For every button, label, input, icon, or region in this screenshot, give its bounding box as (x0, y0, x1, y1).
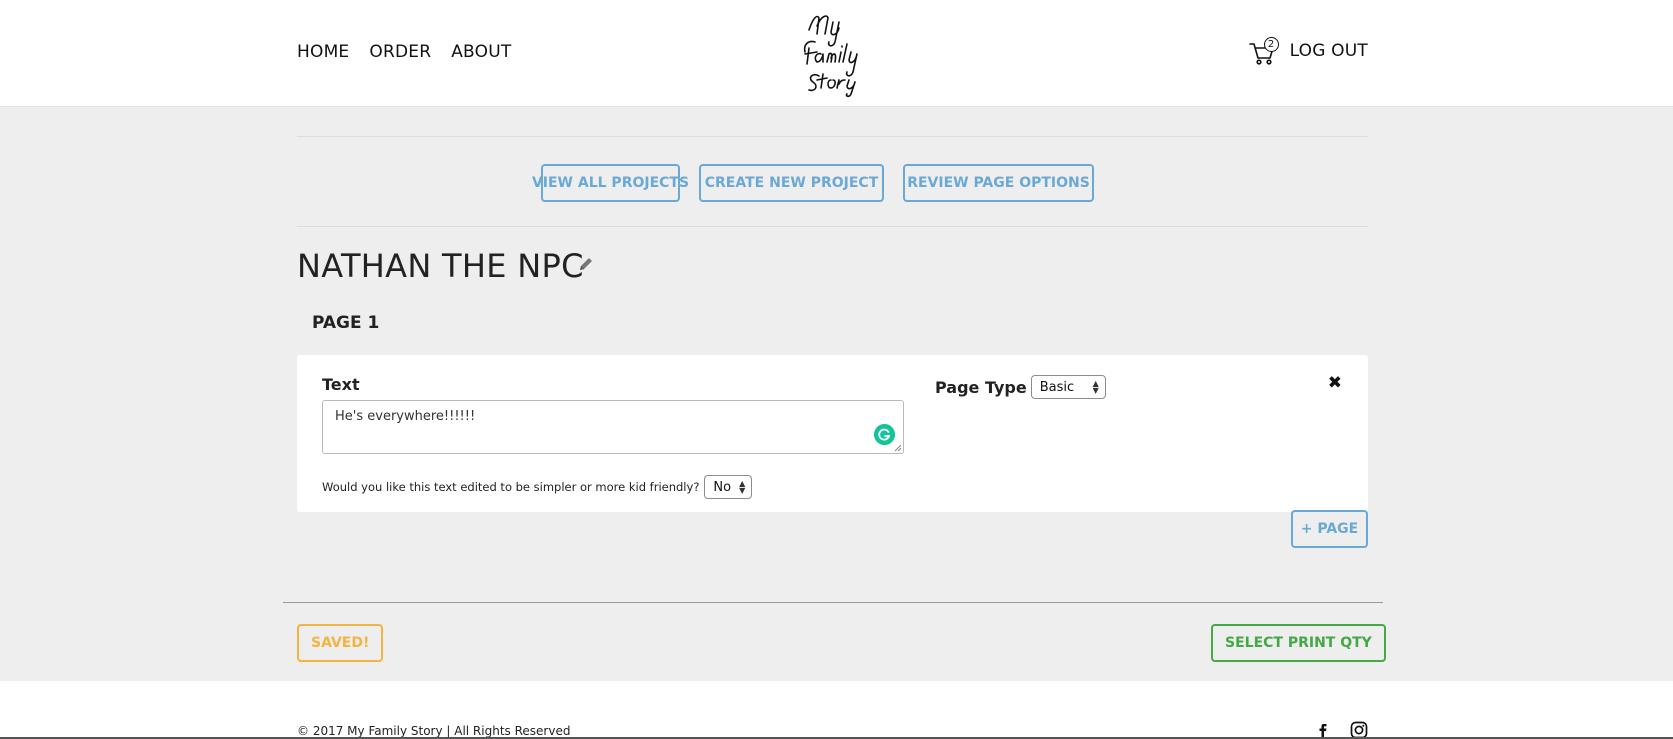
page-type-group: Page Type Basic ▲ ▼ (935, 375, 1106, 399)
close-icon[interactable]: ✖ (1328, 373, 1342, 393)
kid-friendly-select[interactable]: No ▲ ▼ (704, 475, 753, 499)
project-title: NATHAN THE NPC (297, 247, 584, 285)
nav-home[interactable]: HOME (297, 42, 349, 62)
page-label: PAGE 1 (312, 313, 380, 333)
view-all-projects-button[interactable]: VIEW ALL PROJECTS (532, 164, 689, 202)
logout-link[interactable]: LOG OUT (1290, 41, 1368, 61)
create-new-project-button[interactable]: CREATE NEW PROJECT (699, 164, 884, 202)
review-page-options-button[interactable]: REVIEW PAGE OPTIONS (903, 164, 1094, 202)
divider (283, 602, 1383, 603)
divider (297, 226, 1368, 227)
text-field-wrapper: He's everywhere!!!!!! (322, 400, 904, 454)
nav-order[interactable]: ORDER (369, 42, 431, 62)
saved-button: SAVED! (297, 624, 384, 662)
site-footer: © 2017 My Family Story | All Rights Rese… (0, 681, 1673, 739)
page-type-label: Page Type (935, 377, 1027, 397)
my-family-story-logo[interactable] (795, 8, 877, 98)
resize-handle[interactable] (893, 443, 902, 452)
add-page-button[interactable]: + PAGE (1291, 510, 1368, 548)
text-label: Text (322, 375, 360, 394)
project-editor: VIEW ALL PROJECTS CREATE NEW PROJECT REV… (0, 107, 1673, 681)
cart-count-badge: 2 (1263, 37, 1279, 52)
grammarly-icon[interactable] (874, 424, 895, 445)
page-text-input[interactable]: He's everywhere!!!!!! (323, 401, 903, 453)
select-arrows-icon: ▲ ▼ (739, 479, 746, 495)
kid-friendly-question: Would you like this text edited to be si… (322, 475, 753, 499)
cart-button[interactable]: 2 (1248, 36, 1279, 66)
copyright-text: © 2017 My Family Story | All Rights Rese… (297, 724, 571, 738)
page-type-value: Basic (1039, 379, 1075, 395)
site-header: HOME ORDER ABOUT 2 LOG OUT (0, 0, 1673, 107)
divider (297, 136, 1368, 137)
kid-friendly-label: Would you like this text edited to be si… (322, 480, 700, 494)
nav-about[interactable]: ABOUT (451, 42, 511, 62)
project-actions: VIEW ALL PROJECTS CREATE NEW PROJECT REV… (532, 164, 1094, 202)
account-nav: 2 LOG OUT (1248, 36, 1368, 66)
page-type-select[interactable]: Basic ▲ ▼ (1030, 375, 1106, 399)
page-card: Text He's everywhere!!!!!! Would you lik… (297, 355, 1368, 512)
select-print-qty-button[interactable]: SELECT PRINT QTY (1211, 624, 1386, 662)
main-nav: HOME ORDER ABOUT (297, 42, 511, 62)
kid-friendly-value: No (713, 479, 732, 495)
pencil-icon[interactable] (577, 255, 595, 273)
select-arrows-icon: ▲ ▼ (1092, 379, 1099, 395)
